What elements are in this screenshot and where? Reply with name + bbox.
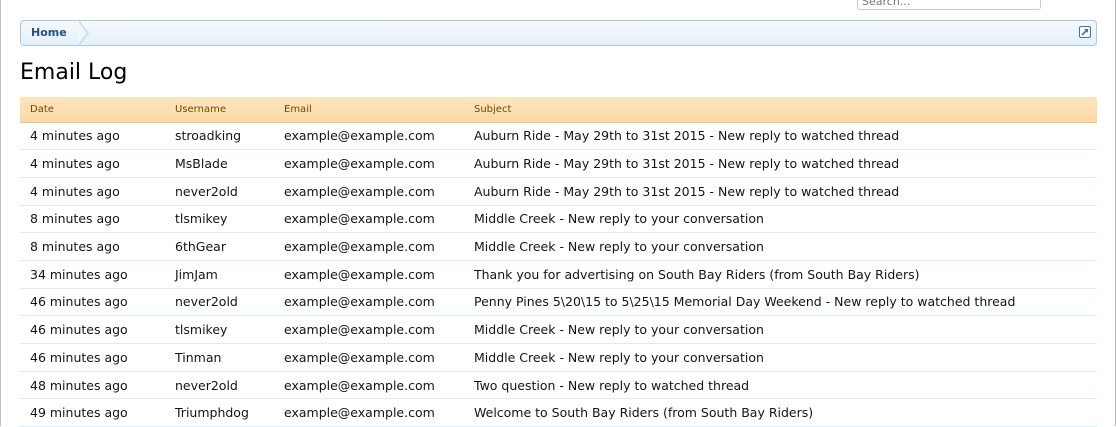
subject-cell: Auburn Ride - May 29th to 31st 2015 - Ne… — [464, 177, 1097, 206]
table-header-row: Date Username Email Subject — [20, 97, 1097, 123]
date-cell: 34 minutes ago — [20, 260, 165, 289]
subject-cell: Welcome to South Bay Riders (from South … — [464, 398, 1097, 427]
subject-cell: Penny Pines 5\20\15 to 5\25\15 Memorial … — [464, 288, 1097, 317]
page-title: Email Log — [20, 60, 128, 85]
username-cell: never2old — [165, 177, 274, 206]
table-row[interactable]: 46 minutes ago never2old example@example… — [20, 288, 1097, 317]
column-header-subject[interactable]: Subject — [464, 97, 1097, 123]
breadcrumb-separator-inner — [78, 21, 87, 45]
date-cell: 8 minutes ago — [20, 205, 165, 234]
username-cell: MsBlade — [165, 149, 274, 178]
date-cell: 49 minutes ago — [20, 398, 165, 427]
breadcrumb: Home — [20, 20, 1097, 46]
email-cell: example@example.com — [274, 288, 464, 317]
column-header-date[interactable]: Date — [20, 97, 165, 123]
subject-cell: Two question - New reply to watched thre… — [464, 371, 1097, 400]
external-link-icon[interactable] — [1079, 26, 1091, 38]
email-cell: example@example.com — [274, 398, 464, 427]
date-cell: 4 minutes ago — [20, 122, 165, 151]
email-cell: example@example.com — [274, 260, 464, 289]
search-input[interactable] — [857, 0, 1041, 10]
username-cell: Tinman — [165, 343, 274, 372]
table-row[interactable]: 34 minutes ago JimJam example@example.co… — [20, 260, 1097, 289]
username-cell: JimJam — [165, 260, 274, 289]
username-cell: Triumphdog — [165, 398, 274, 427]
username-cell: never2old — [165, 371, 274, 400]
table-row[interactable]: 8 minutes ago 6thGear example@example.co… — [20, 232, 1097, 261]
email-cell: example@example.com — [274, 205, 464, 234]
email-cell: example@example.com — [274, 149, 464, 178]
table-row[interactable]: 46 minutes ago Tinman example@example.co… — [20, 343, 1097, 372]
subject-cell: Auburn Ride - May 29th to 31st 2015 - Ne… — [464, 149, 1097, 178]
username-cell: never2old — [165, 288, 274, 317]
email-cell: example@example.com — [274, 371, 464, 400]
date-cell: 4 minutes ago — [20, 149, 165, 178]
subject-cell: Thank you for advertising on South Bay R… — [464, 260, 1097, 289]
email-log-table: Date Username Email Subject 4 minutes ag… — [20, 97, 1097, 427]
table-row[interactable]: 48 minutes ago never2old example@example… — [20, 371, 1097, 400]
date-cell: 46 minutes ago — [20, 315, 165, 344]
date-cell: 8 minutes ago — [20, 232, 165, 261]
email-cell: example@example.com — [274, 177, 464, 206]
subject-cell: Middle Creek - New reply to your convers… — [464, 205, 1097, 234]
column-header-email[interactable]: Email — [274, 97, 464, 123]
subject-cell: Middle Creek - New reply to your convers… — [464, 315, 1097, 344]
table-row[interactable]: 4 minutes ago MsBlade example@example.co… — [20, 149, 1097, 178]
username-cell: stroadking — [165, 122, 274, 151]
date-cell: 48 minutes ago — [20, 371, 165, 400]
subject-cell: Middle Creek - New reply to your convers… — [464, 343, 1097, 372]
email-cell: example@example.com — [274, 343, 464, 372]
table-row[interactable]: 8 minutes ago tlsmikey example@example.c… — [20, 205, 1097, 234]
table-row[interactable]: 49 minutes ago Triumphdog example@exampl… — [20, 398, 1097, 427]
table-row[interactable]: 46 minutes ago tlsmikey example@example.… — [20, 315, 1097, 344]
column-header-username[interactable]: Username — [165, 97, 274, 123]
table-row[interactable]: 4 minutes ago stroadking example@example… — [20, 122, 1097, 151]
username-cell: tlsmikey — [165, 315, 274, 344]
date-cell: 46 minutes ago — [20, 288, 165, 317]
date-cell: 4 minutes ago — [20, 177, 165, 206]
email-cell: example@example.com — [274, 232, 464, 261]
username-cell: 6thGear — [165, 232, 274, 261]
subject-cell: Auburn Ride - May 29th to 31st 2015 - Ne… — [464, 122, 1097, 151]
email-cell: example@example.com — [274, 315, 464, 344]
table-row[interactable]: 4 minutes ago never2old example@example.… — [20, 177, 1097, 206]
date-cell: 46 minutes ago — [20, 343, 165, 372]
email-cell: example@example.com — [274, 122, 464, 151]
username-cell: tlsmikey — [165, 205, 274, 234]
subject-cell: Middle Creek - New reply to your convers… — [464, 232, 1097, 261]
